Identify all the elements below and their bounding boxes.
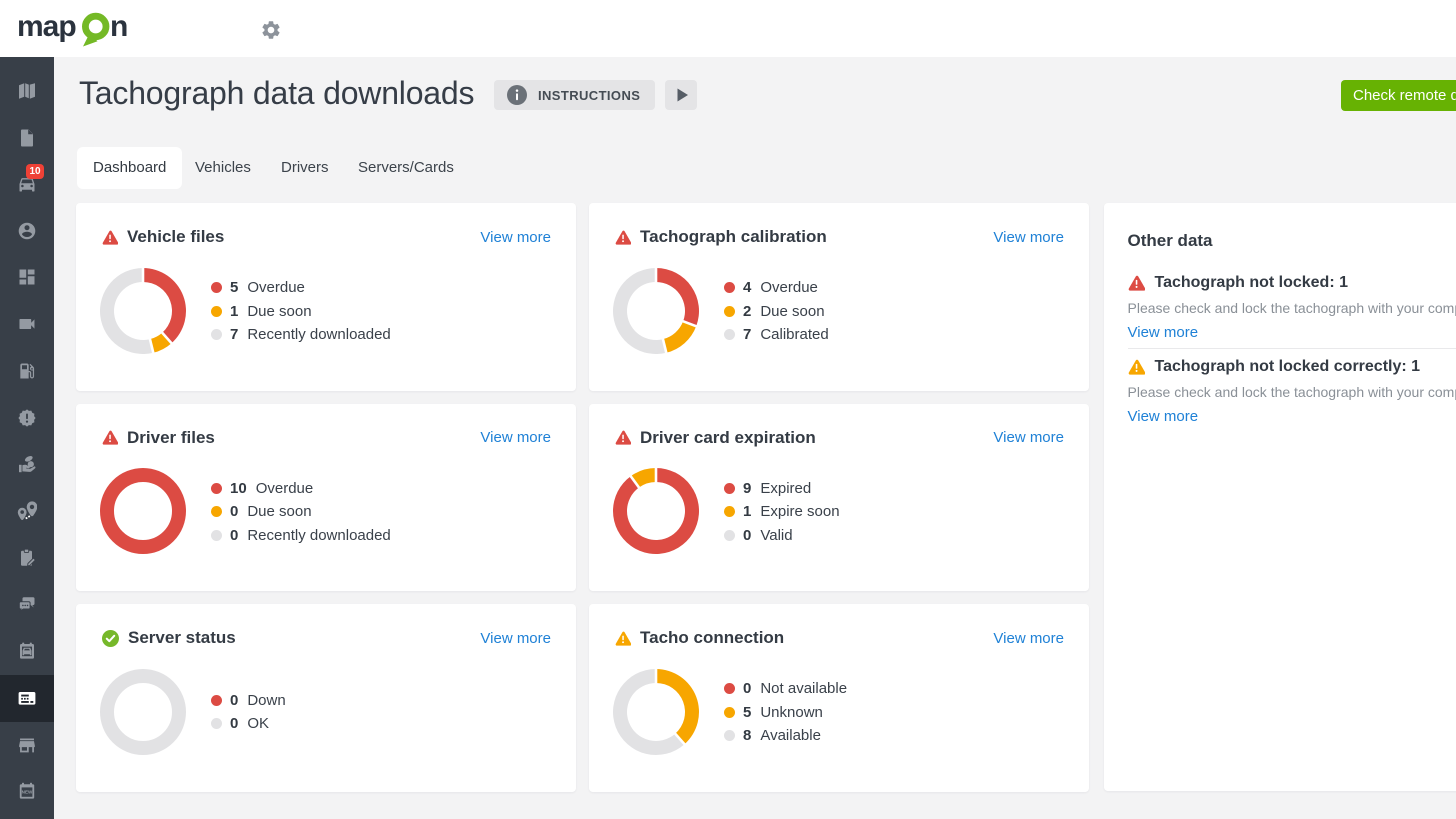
- svg-text:NEW: NEW: [22, 790, 33, 795]
- svg-text:map: map: [17, 10, 76, 43]
- svg-text:n: n: [110, 10, 128, 43]
